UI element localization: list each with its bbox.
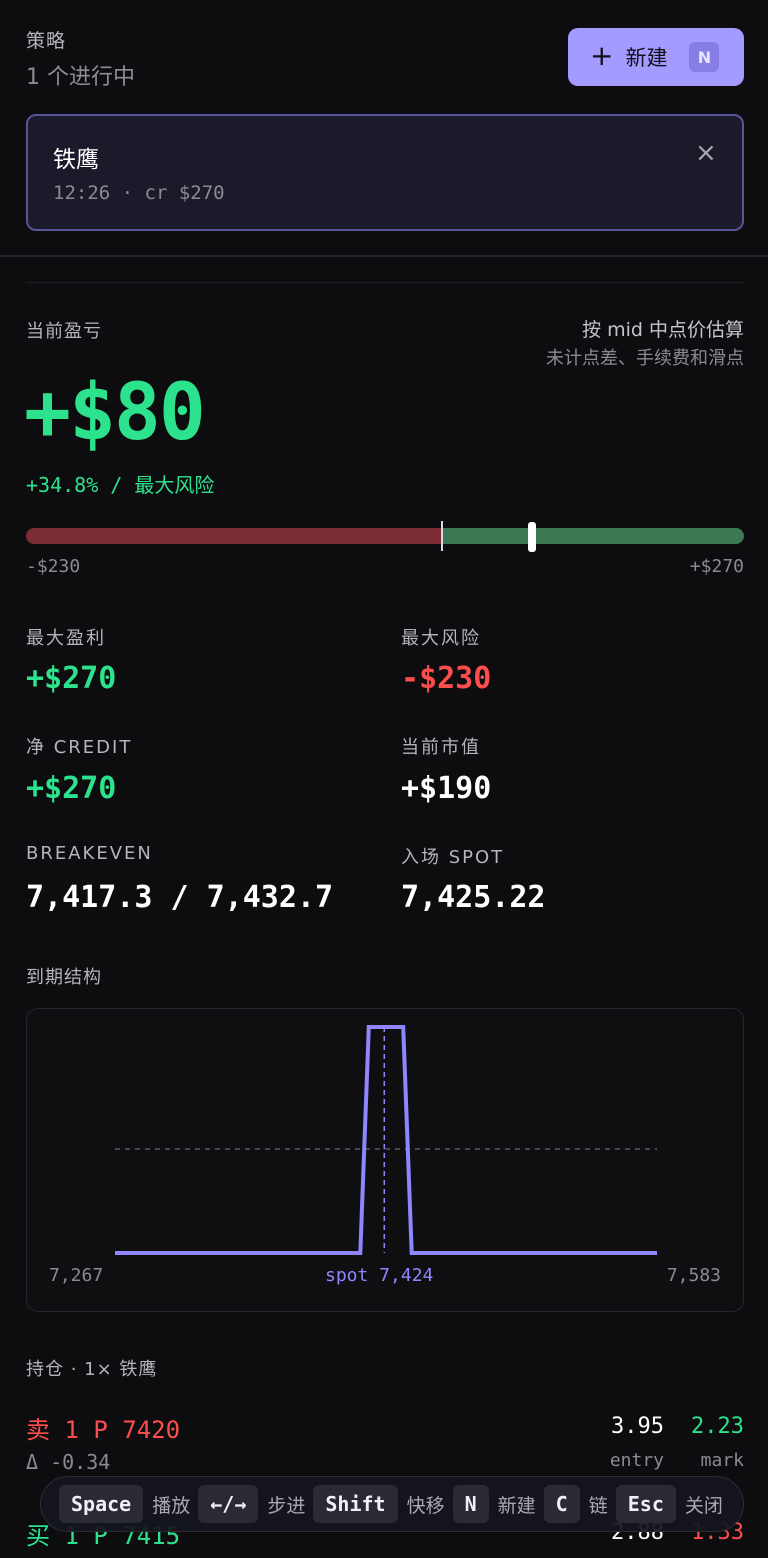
max-risk-value: -$230 [401,661,492,696]
x-min-label: 7,267 [49,1265,104,1286]
section-divider-thin [26,282,744,283]
kbd-arrows-desc: 步进 [267,1494,306,1517]
kbd-esc-desc: 关闭 [684,1494,723,1517]
entry-spot-value: 7,425.22 [401,880,546,915]
kbd-n-desc: 新建 [497,1494,536,1517]
kbd-c[interactable]: C [543,1485,580,1523]
net-credit-label: 净 CREDIT [26,737,133,758]
pnl-note-2: 未计点差、手续费和滑点 [546,348,744,369]
kbd-c-desc: 链 [588,1494,608,1517]
max-profit-label: 最大盈利 [26,628,106,649]
position-delta: Δ -0.34 [26,1450,111,1474]
mark-price: 2.23 [691,1414,744,1439]
payoff-line [115,1025,657,1255]
entry-label: entry [609,1450,664,1471]
pnl-label: 当前盈亏 [26,321,102,342]
x-max-label: 7,583 [666,1265,721,1286]
payoff-label: 到期结构 [26,967,102,988]
net-credit-value: +$270 [26,771,117,806]
kbd-shift-desc: 快移 [406,1494,445,1517]
breakeven-value: 7,417.3 / 7,432.7 [26,880,334,915]
strategy-meta: 12:26 · cr $270 [53,182,225,204]
pnl-range-bar [26,521,744,552]
kbd-n[interactable]: N [452,1485,489,1523]
position-row[interactable]: 卖 1 P 7420 Δ -0.34 3.95 2.23 entry mark [26,1408,744,1474]
kbd-space-desc: 播放 [152,1494,191,1517]
market-value-label: 当前市值 [401,737,481,758]
kbd-esc[interactable]: Esc [615,1485,676,1523]
strategy-card[interactable]: 铁鹰 12:26 · cr $270 × [26,114,744,231]
breakeven-label: BREAKEVEN [26,843,153,864]
pnl-percent: +34.8% / 最大风险 [26,473,215,497]
active-count: 1 个进行中 [26,65,135,90]
kbd-shift[interactable]: Shift [313,1485,398,1523]
range-max: +$270 [689,556,744,577]
new-strategy-button[interactable]: + 新建 N [568,28,744,86]
kbd-arrows[interactable]: ←/→ [198,1485,259,1523]
close-icon[interactable]: × [695,138,717,168]
shortcut-bar: Space 播放 ←/→ 步进 Shift 快移 N 新建 C 链 Esc 关闭 [40,1476,744,1532]
shortcut-badge: N [689,42,720,72]
section-divider [0,255,768,257]
zero-marker [441,521,444,551]
loss-segment [26,528,443,544]
plus-icon: + [590,39,614,72]
max-risk-label: 最大风险 [401,628,481,649]
market-value-value: +$190 [401,771,492,806]
positions-label: 持仓 · 1× 铁鹰 [26,1359,158,1380]
pnl-note-1: 按 mid 中点价估算 [582,319,744,341]
spot-label: spot 7,424 [325,1265,434,1286]
pnl-value: +$80 [24,368,206,458]
gain-segment [442,528,744,544]
entry-spot-label: 入场 SPOT [401,847,505,868]
current-pnl-marker [527,522,536,552]
new-button-label: 新建 [625,46,668,70]
mark-label: mark [700,1450,744,1471]
kbd-space[interactable]: Space [59,1485,144,1523]
strategy-name: 铁鹰 [53,147,99,173]
position-leg: 卖 1 P 7420 [26,1416,181,1444]
range-min: -$230 [26,556,81,577]
strategies-title: 策略 [26,30,67,52]
payoff-chart: 7,267 spot 7,424 7,583 [26,1008,744,1312]
entry-price: 3.95 [611,1414,664,1439]
max-profit-value: +$270 [26,661,117,696]
